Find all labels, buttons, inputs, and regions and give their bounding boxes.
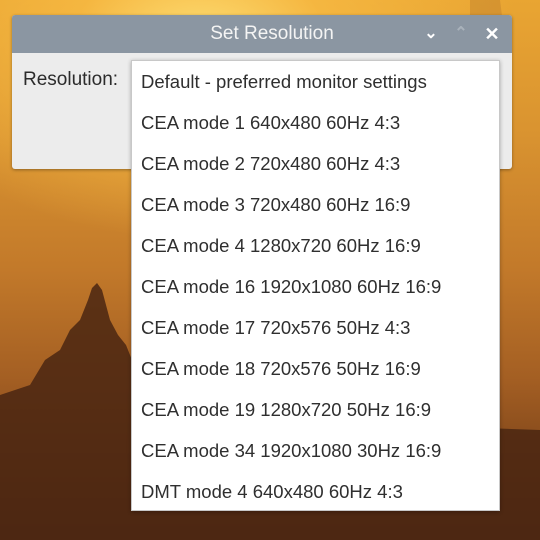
close-button[interactable]: ✕ — [482, 24, 502, 44]
title-bar[interactable]: Set Resolution ⌄ ⌃ ✕ — [12, 15, 512, 53]
resolution-option[interactable]: CEA mode 17 720x576 50Hz 4:3 — [132, 307, 499, 348]
resolution-label: Resolution: — [23, 69, 119, 90]
resolution-option[interactable]: CEA mode 16 1920x1080 60Hz 16:9 — [132, 266, 499, 307]
resolution-option[interactable]: CEA mode 1 640x480 60Hz 4:3 — [132, 102, 499, 143]
resolution-option[interactable]: CEA mode 2 720x480 60Hz 4:3 — [132, 143, 499, 184]
resolution-option[interactable]: CEA mode 19 1280x720 50Hz 16:9 — [132, 389, 499, 430]
resolution-dropdown-list[interactable]: Default - preferred monitor settings CEA… — [131, 60, 500, 511]
resolution-option[interactable]: DMT mode 4 640x480 60Hz 4:3 — [132, 471, 499, 512]
minimize-button[interactable]: ⌄ — [421, 24, 441, 44]
resolution-option[interactable]: CEA mode 18 720x576 50Hz 16:9 — [132, 348, 499, 389]
resolution-option[interactable]: CEA mode 3 720x480 60Hz 16:9 — [132, 184, 499, 225]
resolution-option[interactable]: CEA mode 34 1920x1080 30Hz 16:9 — [132, 430, 499, 471]
maximize-button[interactable]: ⌃ — [451, 24, 471, 44]
resolution-option[interactable]: Default - preferred monitor settings — [132, 61, 499, 102]
resolution-option[interactable]: CEA mode 4 1280x720 60Hz 16:9 — [132, 225, 499, 266]
